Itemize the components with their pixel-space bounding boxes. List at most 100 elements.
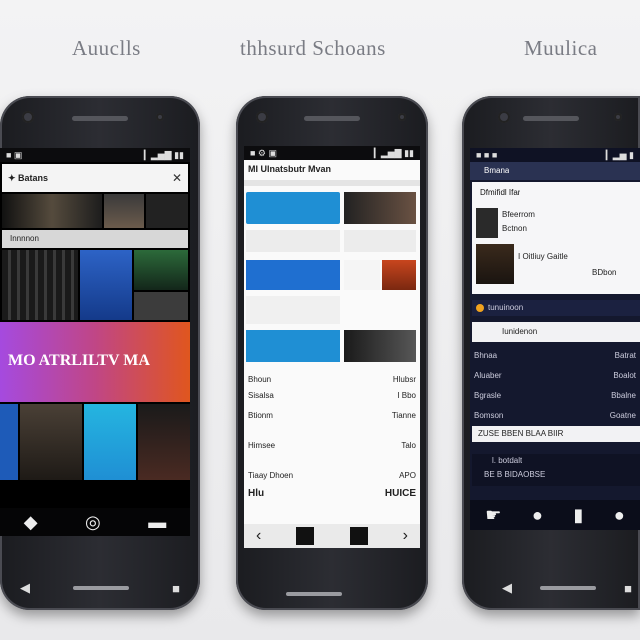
album-art[interactable] — [134, 250, 188, 290]
footer-right: HUICE — [384, 487, 416, 499]
next-icon[interactable]: › — [403, 527, 408, 545]
list-item[interactable]: Bhoun Hlubsr — [248, 372, 416, 386]
now-playing-card[interactable]: Dfmifidl Ifar Bfeerrom Bctnon I Oitliuy … — [472, 182, 640, 294]
nav-circle-icon[interactable]: ● — [614, 505, 625, 526]
mini-player[interactable]: l. botdalt BE B BIDAOBSE — [472, 454, 640, 486]
track-thumbnail[interactable] — [344, 260, 380, 290]
phone-left: ■ ▣ ▎▂▅▇ ▮▮ ✦ Batans ✕ Innnnon MO ATRLIL… — [0, 96, 200, 610]
bottom-nav: ☛ ● ▮ ● — [470, 500, 640, 530]
close-icon[interactable]: ✕ — [172, 171, 182, 185]
track-thumbnail[interactable] — [382, 260, 416, 290]
screen-right: ■ ■ ■ ▎▂▅ ▮ Bmana Dfmifidl Ifar Bfeerrom… — [470, 148, 640, 530]
row-right: I Bbo — [397, 390, 416, 400]
album-art[interactable] — [84, 404, 136, 480]
row-right: Bbalne — [611, 390, 636, 400]
speaker-grille — [72, 116, 128, 121]
nav-hand-icon[interactable]: ☛ — [485, 505, 501, 526]
status-bar: ■ ▣ ▎▂▅▇ ▮▮ — [0, 148, 190, 162]
album-art[interactable] — [134, 292, 188, 320]
pause-icon[interactable] — [296, 527, 315, 545]
row-left: Himsee — [248, 440, 276, 450]
status-icons-left: ■ ▣ — [6, 149, 23, 160]
list-item[interactable]: Bhnaa Batrat — [474, 348, 636, 362]
track-row[interactable] — [246, 230, 340, 252]
album-art — [476, 244, 514, 284]
card-line1: Bfeerrom — [502, 210, 535, 219]
camera-icon — [498, 111, 510, 123]
bottom-nav: ◆ ◎ ▬ — [0, 508, 190, 536]
list-item[interactable]: Aluaber Boalot — [474, 368, 636, 382]
footer-bar-text: ZUSE BBEN BLAA BIIR — [478, 429, 564, 438]
track-chip[interactable] — [246, 330, 340, 362]
track-row[interactable] — [246, 296, 340, 324]
thumbnail[interactable] — [104, 194, 144, 228]
mini-title: l. botdalt — [492, 456, 523, 465]
banner-text: MO ATRLILTV MA — [8, 352, 150, 369]
thumbnail[interactable] — [2, 194, 102, 228]
sensor-icon — [614, 113, 622, 121]
section-bar: Iunidenon — [472, 322, 640, 342]
footer-left: Hlu — [248, 487, 265, 499]
card-line2: Bctnon — [502, 224, 527, 233]
list-item[interactable]: Bgrasle Bbalne — [474, 388, 636, 402]
nav-home-icon[interactable]: ◆ — [24, 512, 38, 533]
home-button[interactable] — [73, 586, 130, 590]
system-keys: ◀ ■ — [502, 580, 632, 596]
home-button[interactable] — [540, 586, 597, 590]
label-left: Auuclls — [72, 36, 141, 60]
search-label: tunuinoon — [488, 303, 524, 312]
system-keys: ◀ ■ — [20, 580, 180, 596]
back-icon[interactable]: ◀ — [502, 580, 512, 596]
card-side: BDbon — [592, 268, 617, 277]
nav-music-icon[interactable]: ◎ — [85, 512, 101, 533]
nav-dot-icon[interactable]: ● — [532, 505, 543, 526]
recents-icon[interactable]: ■ — [624, 581, 632, 596]
track-thumbnail[interactable] — [344, 192, 416, 224]
row-left: Aluaber — [474, 370, 502, 380]
track-row[interactable] — [344, 230, 416, 252]
row-left: Btionm — [248, 410, 273, 420]
list-item[interactable]: Tiaay Dhoen APO — [248, 468, 416, 482]
app-title: Bmana — [484, 166, 510, 175]
speaker-grille — [523, 116, 579, 121]
home-button[interactable] — [286, 592, 342, 596]
track-thumbnail[interactable] — [344, 330, 416, 362]
app-header: ✦ Batans ✕ — [2, 164, 188, 192]
album-art[interactable] — [138, 404, 190, 480]
nav-library-icon[interactable]: ▬ — [148, 512, 166, 533]
row-left: Sisalsa — [248, 390, 274, 400]
track-chip[interactable] — [246, 260, 340, 290]
row-left: Bomson — [474, 410, 504, 420]
card-title: Dfmifidl Ifar — [480, 188, 521, 197]
album-art[interactable] — [2, 250, 78, 320]
divider — [244, 180, 420, 186]
status-icons-right: ▎▂▅▇ ▮▮ — [373, 147, 414, 158]
album-art[interactable] — [20, 404, 82, 480]
section-title: Innnnon — [10, 234, 39, 243]
track-chip[interactable] — [246, 192, 340, 224]
album-art — [476, 208, 498, 238]
system-keys — [286, 592, 378, 596]
list-item[interactable]: Btionm Tianne — [248, 408, 416, 422]
status-bar: ■ ■ ■ ▎▂▅ ▮ — [470, 148, 640, 162]
row-right: Goatne — [609, 410, 636, 420]
screen-left: ■ ▣ ▎▂▅▇ ▮▮ ✦ Batans ✕ Innnnon MO ATRLIL… — [0, 148, 190, 536]
phone-right: ■ ■ ■ ▎▂▅ ▮ Bmana Dfmifidl Ifar Bfeerrom… — [462, 96, 640, 610]
row-left: Tiaay Dhoen — [248, 470, 294, 480]
album-art[interactable] — [0, 404, 18, 480]
nav-bar-icon[interactable]: ▮ — [573, 505, 583, 526]
status-icons-right: ▎▂▅ ▮ — [605, 149, 634, 160]
album-art[interactable] — [80, 250, 132, 320]
speaker-grille — [304, 116, 360, 121]
thumbnail[interactable] — [146, 194, 188, 228]
list-item[interactable]: Bomson Goatne — [474, 408, 636, 422]
search-row[interactable]: tunuinoon — [472, 300, 640, 316]
promo-banner[interactable]: MO ATRLILTV MA — [0, 322, 190, 402]
back-icon[interactable]: ◀ — [20, 580, 30, 596]
list-item[interactable]: Himsee Talo — [248, 438, 416, 452]
list-item[interactable]: Sisalsa I Bbo — [248, 388, 416, 402]
card-line3: I Oitliuy Gaitle — [518, 252, 568, 261]
prev-icon[interactable]: ‹ — [256, 527, 261, 545]
recents-icon[interactable]: ■ — [172, 581, 180, 596]
stop-icon[interactable] — [349, 527, 368, 545]
